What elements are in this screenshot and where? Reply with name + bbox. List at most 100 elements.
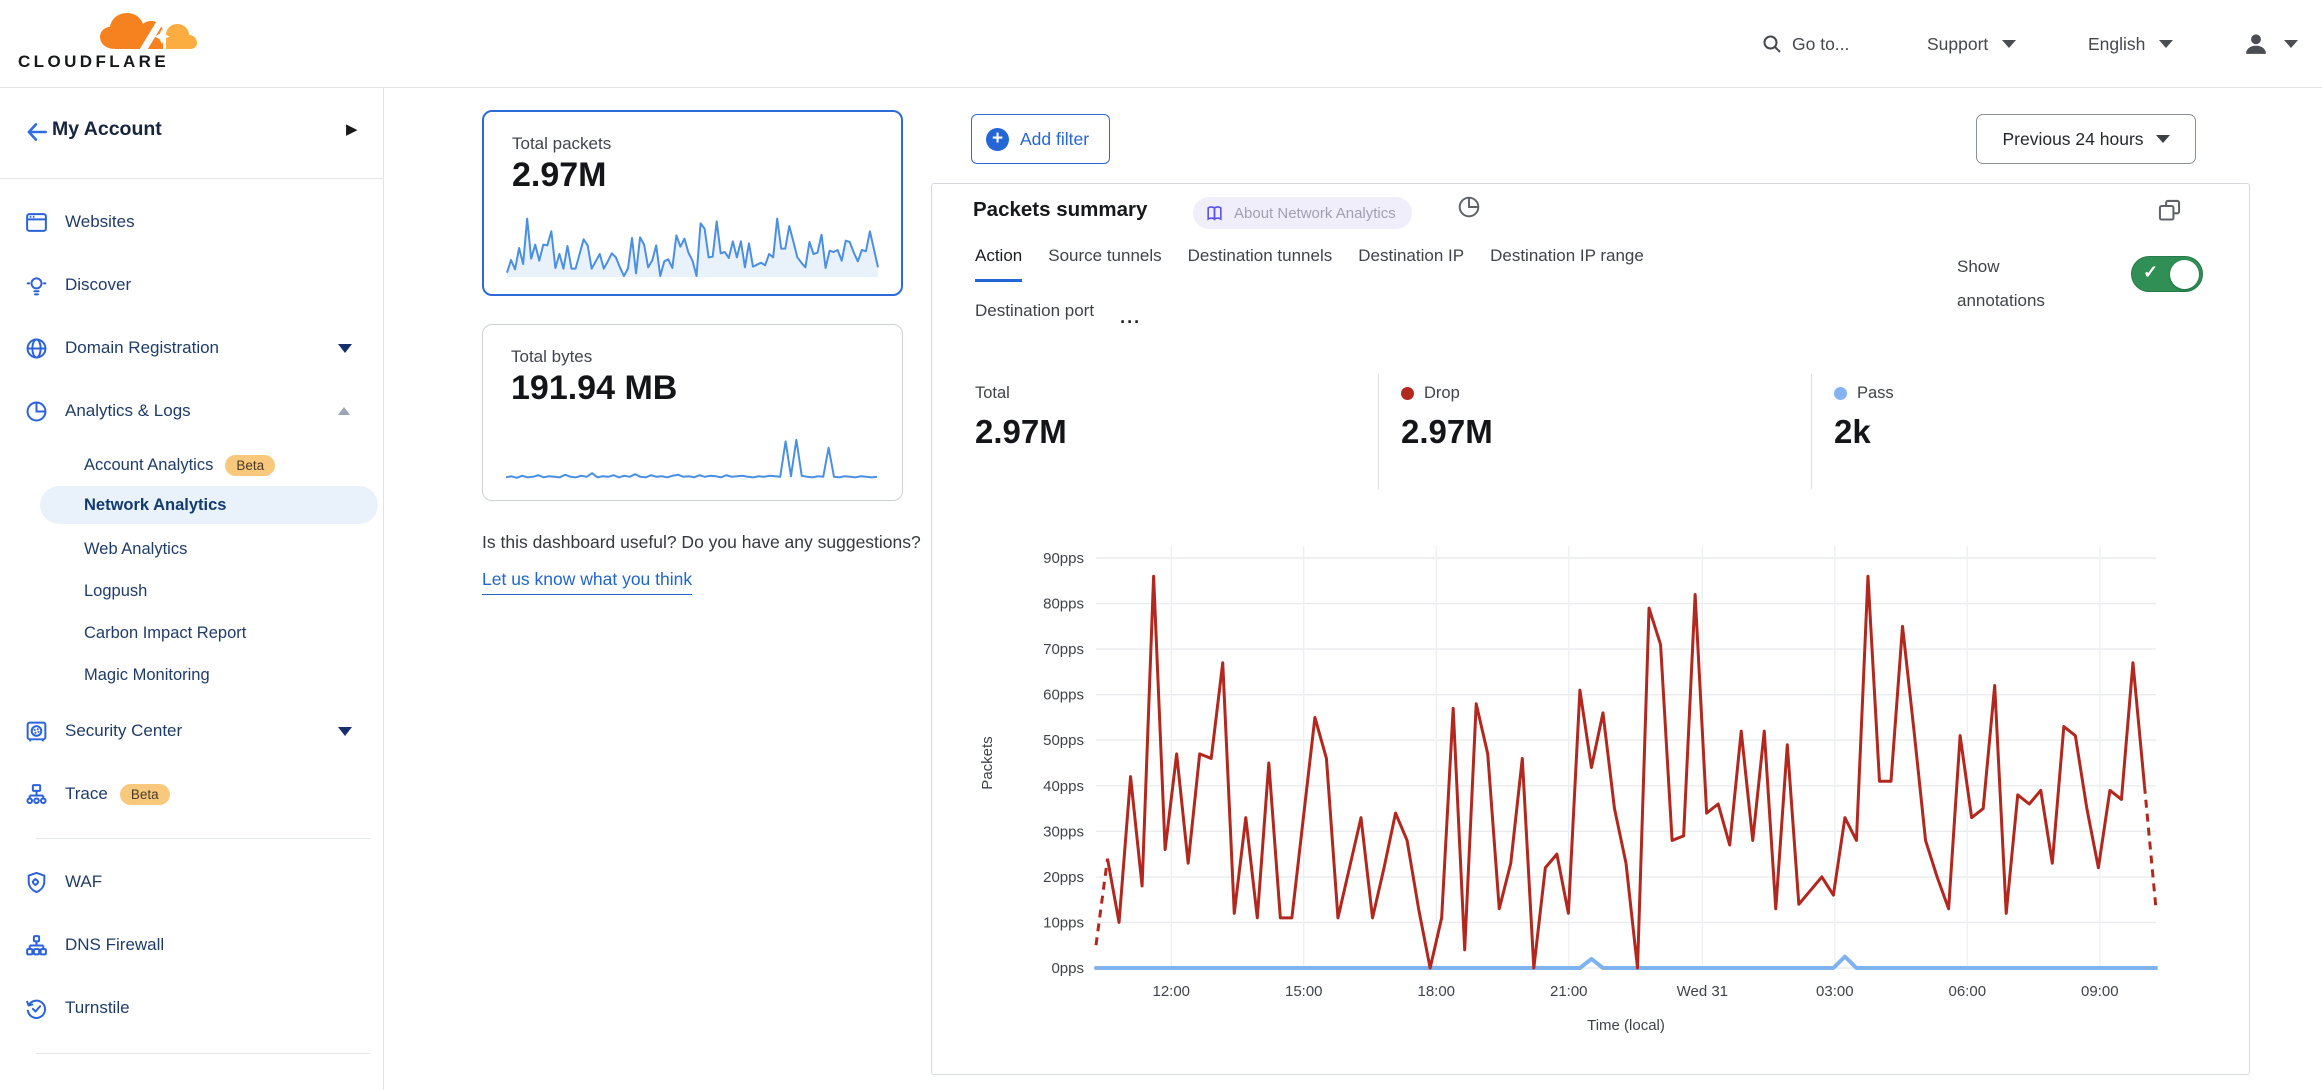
support-menu[interactable]: Support: [1927, 0, 2016, 88]
svg-text:06:00: 06:00: [1949, 983, 1987, 1000]
sidebar-item-label: Security Center: [65, 721, 182, 741]
book-icon: [1205, 204, 1224, 223]
sidebar-item-analytics-logs[interactable]: Analytics & Logs: [24, 392, 374, 430]
sidebar-item-security-center[interactable]: Security Center: [24, 712, 374, 750]
sidebar-item-trace[interactable]: Trace Beta: [24, 775, 374, 813]
dimension-tabs-row2: Destination port ...: [975, 301, 1141, 334]
language-menu[interactable]: English: [2088, 0, 2173, 88]
feedback-block: Is this dashboard useful? Do you have an…: [482, 527, 924, 595]
sidebar-item-domain-registration[interactable]: Domain Registration: [24, 329, 374, 367]
dimension-tabs: Action Source tunnels Destination tunnel…: [975, 246, 1644, 282]
back-arrow-icon[interactable]: [24, 119, 50, 145]
svg-text:30pps: 30pps: [1043, 823, 1084, 840]
drop-legend-dot: [1401, 387, 1414, 400]
card-value: 191.94 MB: [511, 369, 677, 408]
more-tabs-icon[interactable]: ...: [1120, 307, 1141, 328]
sidebar-item-label: Trace: [65, 784, 108, 804]
card-value: 2.97M: [512, 156, 607, 195]
add-filter-button[interactable]: + Add filter: [971, 114, 1110, 164]
stat-label: Total: [975, 384, 1010, 403]
sidebar-item-label: WAF: [65, 872, 102, 892]
cloudflare-logo[interactable]: CLOUDFLARE: [18, 4, 198, 84]
sidebar-item-turnstile[interactable]: Turnstile: [24, 989, 374, 1027]
sidebar-item-waf[interactable]: WAF: [24, 863, 374, 901]
sidebar-item-label: Domain Registration: [65, 338, 219, 358]
cloudflare-logo-text: CLOUDFLARE: [18, 52, 169, 72]
total-bytes-card[interactable]: Total bytes 191.94 MB: [482, 324, 903, 501]
sidebar-item-network-analytics[interactable]: Network Analytics: [84, 486, 374, 524]
account-name: My Account: [52, 118, 162, 141]
show-annotations-toggle[interactable]: ✓: [2131, 256, 2203, 292]
feedback-link[interactable]: Let us know what you think: [482, 564, 692, 595]
svg-text:60pps: 60pps: [1043, 687, 1084, 704]
chevron-down-icon: [2002, 40, 2016, 48]
sidebar-account-row[interactable]: My Account ▶: [0, 110, 384, 154]
beta-badge: Beta: [225, 455, 275, 476]
svg-text:70pps: 70pps: [1043, 641, 1084, 658]
goto-label: Go to...: [1792, 34, 1849, 55]
stat-value: 2.97M: [975, 413, 1067, 451]
sidebar: My Account ▶ Websites Discover Domain Re…: [0, 88, 384, 1090]
chevron-down-icon: [338, 727, 352, 736]
tab-destination-port[interactable]: Destination port: [975, 301, 1094, 334]
sidebar-item-label: Websites: [65, 212, 135, 232]
pie-chart-icon: [24, 399, 49, 424]
sidebar-divider: [36, 838, 370, 839]
goto-search[interactable]: Go to...: [1760, 0, 1849, 88]
show-annotations-label: Show annotations: [1957, 250, 2092, 318]
svg-text:80pps: 80pps: [1043, 596, 1084, 613]
svg-text:12:00: 12:00: [1152, 983, 1190, 1000]
time-range-dropdown[interactable]: Previous 24 hours: [1976, 114, 2196, 164]
sidebar-item-logpush[interactable]: Logpush: [84, 572, 374, 610]
tab-destination-tunnels[interactable]: Destination tunnels: [1188, 246, 1333, 282]
search-icon: [1760, 32, 1784, 56]
support-label: Support: [1927, 34, 1988, 55]
stat-divider: [1378, 374, 1379, 489]
sidebar-item-carbon-impact-report[interactable]: Carbon Impact Report: [84, 614, 374, 652]
sidebar-item-magic-monitoring[interactable]: Magic Monitoring: [84, 656, 374, 694]
svg-text:20pps: 20pps: [1043, 869, 1084, 886]
sidebar-item-discover[interactable]: Discover: [24, 266, 374, 304]
pie-time-icon[interactable]: [1456, 194, 1482, 220]
sidebar-item-web-analytics[interactable]: Web Analytics: [84, 530, 374, 568]
chevron-down-icon: [2159, 40, 2173, 48]
svg-text:50pps: 50pps: [1043, 732, 1084, 749]
total-bytes-sparkline: [504, 425, 879, 485]
shield-gear-icon: [24, 870, 49, 895]
expand-copy-icon[interactable]: [2156, 197, 2183, 224]
packets-time-series-chart: 0pps10pps20pps30pps40pps50pps60pps70pps8…: [932, 524, 2251, 1064]
beta-badge: Beta: [120, 784, 170, 805]
sidebar-item-dns-firewall[interactable]: DNS Firewall: [24, 926, 374, 964]
tab-destination-ip[interactable]: Destination IP: [1358, 246, 1464, 282]
lightbulb-icon: [24, 273, 49, 298]
svg-text:Wed 31: Wed 31: [1677, 983, 1728, 1000]
user-menu[interactable]: [2242, 0, 2298, 88]
sidebar-item-label: Analytics & Logs: [65, 401, 191, 421]
stat-pass: Pass 2k: [1834, 384, 1894, 451]
chevron-down-icon: [2156, 135, 2170, 143]
sidebar-item-websites[interactable]: Websites: [24, 203, 374, 241]
rotate-check-icon: [24, 996, 49, 1021]
sidebar-item-label: DNS Firewall: [65, 935, 164, 955]
chevron-right-icon: ▶: [346, 120, 358, 138]
tab-action[interactable]: Action: [975, 246, 1022, 282]
total-packets-card[interactable]: Total packets 2.97M: [482, 110, 903, 296]
stat-divider: [1811, 374, 1812, 489]
svg-text:0pps: 0pps: [1051, 960, 1084, 977]
svg-text:Time (local): Time (local): [1587, 1017, 1665, 1034]
tab-source-tunnels[interactable]: Source tunnels: [1048, 246, 1161, 282]
time-range-label: Previous 24 hours: [2002, 129, 2143, 150]
stat-label: Pass: [1857, 384, 1894, 403]
feedback-question: Is this dashboard useful? Do you have an…: [482, 532, 921, 552]
about-network-analytics-badge[interactable]: About Network Analytics: [1193, 197, 1412, 229]
sidebar-item-account-analytics[interactable]: Account Analytics Beta: [84, 446, 374, 484]
plus-icon: +: [986, 128, 1009, 151]
tab-destination-ip-range[interactable]: Destination IP range: [1490, 246, 1644, 282]
svg-text:09:00: 09:00: [2081, 983, 2119, 1000]
stat-value: 2k: [1834, 413, 1894, 451]
svg-text:03:00: 03:00: [1816, 983, 1854, 1000]
trace-flow-icon: [24, 782, 49, 807]
chevron-up-icon: [338, 407, 350, 415]
about-badge-label: About Network Analytics: [1234, 205, 1396, 222]
browser-icon: [24, 210, 49, 235]
